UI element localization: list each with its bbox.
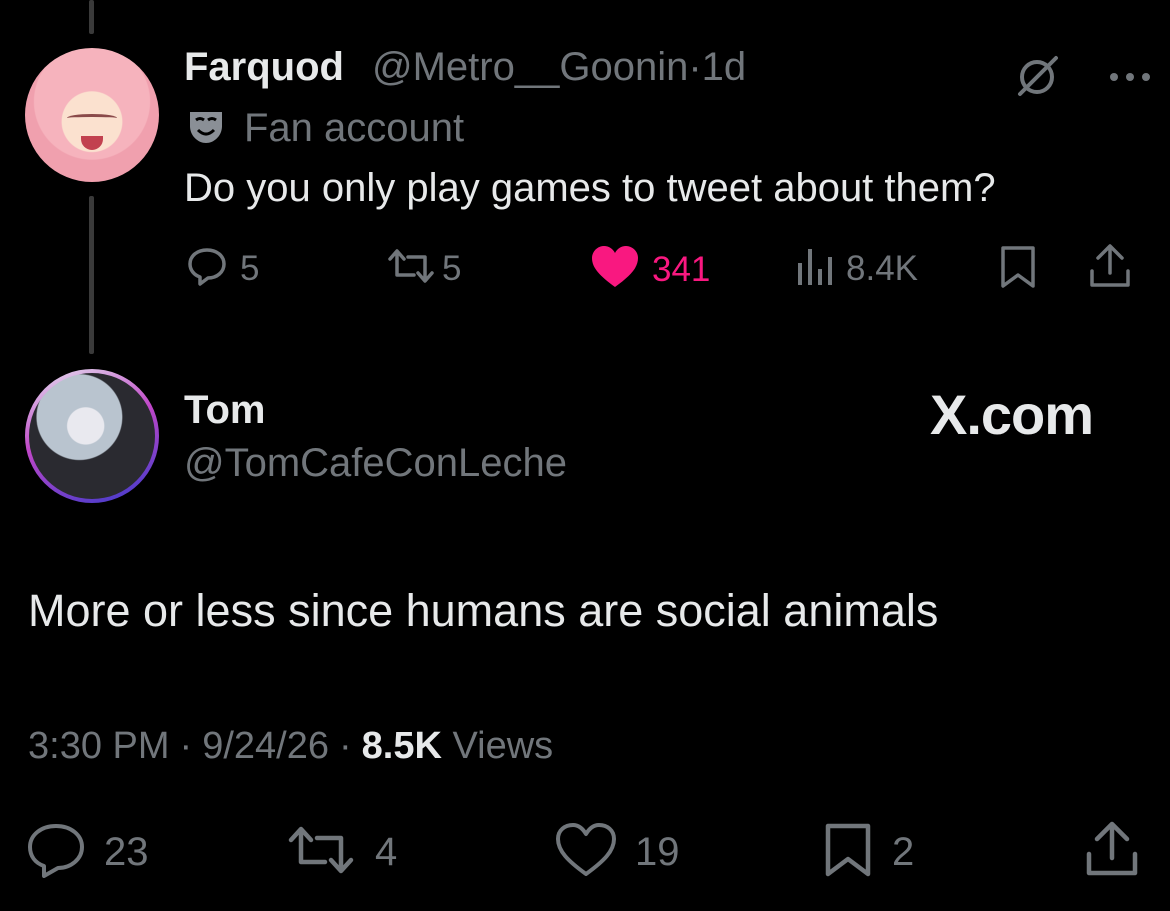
avatar[interactable] (25, 48, 159, 182)
tweet-top-actions (1012, 52, 1152, 107)
repost-count: 4 (375, 830, 398, 874)
avatar[interactable] (25, 369, 159, 503)
reply-count: 23 (104, 830, 149, 874)
author-handle[interactable]: @Metro__Goonin·1d (372, 45, 746, 90)
like-button[interactable]: 19 (555, 822, 680, 883)
heart-icon (555, 822, 617, 883)
separator-dot: · (179, 725, 193, 767)
share-icon (1088, 243, 1132, 294)
fan-account-label: Fan account (186, 106, 464, 151)
more-icon[interactable] (1108, 70, 1152, 89)
repost-button[interactable]: 4 (285, 822, 397, 883)
bookmark-count: 2 (892, 830, 915, 874)
like-count: 341 (652, 249, 711, 289)
bookmark-button[interactable] (998, 245, 1038, 294)
views-count: 8.4K (846, 248, 918, 288)
share-icon (1084, 820, 1140, 883)
avatar-eyes (67, 114, 117, 122)
like-count: 19 (635, 830, 680, 874)
handle-text[interactable]: @Metro__Goonin (372, 45, 688, 89)
bookmark-button[interactable]: 2 (822, 822, 914, 883)
author-name[interactable]: Farquod (184, 45, 344, 90)
views-summary[interactable]: 8.5K Views (362, 725, 554, 768)
views-label: Views (452, 725, 554, 767)
author-name[interactable]: Tom (184, 388, 265, 433)
reply-button[interactable]: 23 (26, 822, 149, 883)
tweet-text: Do you only play games to tweet about th… (184, 166, 996, 210)
reply-icon (186, 245, 228, 292)
thread-line-top (89, 0, 94, 34)
tweet-text: More or less since humans are social ani… (28, 585, 939, 636)
author-handle[interactable]: @TomCafeConLeche (184, 441, 567, 486)
heart-filled-icon (590, 245, 640, 294)
repost-button[interactable]: 5 (384, 245, 461, 292)
mask-icon (186, 106, 226, 151)
thread-line (89, 196, 94, 354)
separator-dot: · (338, 725, 352, 767)
separator-dot: · (688, 45, 702, 89)
reply-count: 5 (240, 248, 260, 288)
views-button[interactable]: 8.4K (796, 245, 918, 292)
repost-count: 5 (442, 248, 462, 288)
grok-icon[interactable] (1012, 52, 1062, 107)
reply-button[interactable]: 5 (186, 245, 259, 292)
share-button[interactable] (1088, 243, 1132, 294)
bookmark-icon (822, 822, 874, 883)
tweet-age[interactable]: 1d (702, 45, 747, 89)
reply-icon (26, 822, 86, 883)
bookmark-icon (998, 245, 1038, 294)
avatar-mouth (81, 136, 103, 150)
tweet-date[interactable]: 9/24/26 (202, 725, 329, 768)
avatar-image (29, 373, 155, 499)
tweet-time[interactable]: 3:30 PM (28, 725, 170, 768)
share-button[interactable] (1084, 820, 1140, 883)
fan-account-text: Fan account (244, 106, 465, 150)
views-count: 8.5K (361, 725, 442, 767)
repost-icon (384, 245, 438, 292)
like-button[interactable]: 341 (590, 245, 710, 294)
xcom-watermark: X.com (930, 383, 1094, 446)
views-icon (796, 245, 836, 292)
repost-icon (285, 822, 357, 883)
tweet-meta: 3:30 PM · 9/24/26 · 8.5K Views (28, 725, 553, 768)
